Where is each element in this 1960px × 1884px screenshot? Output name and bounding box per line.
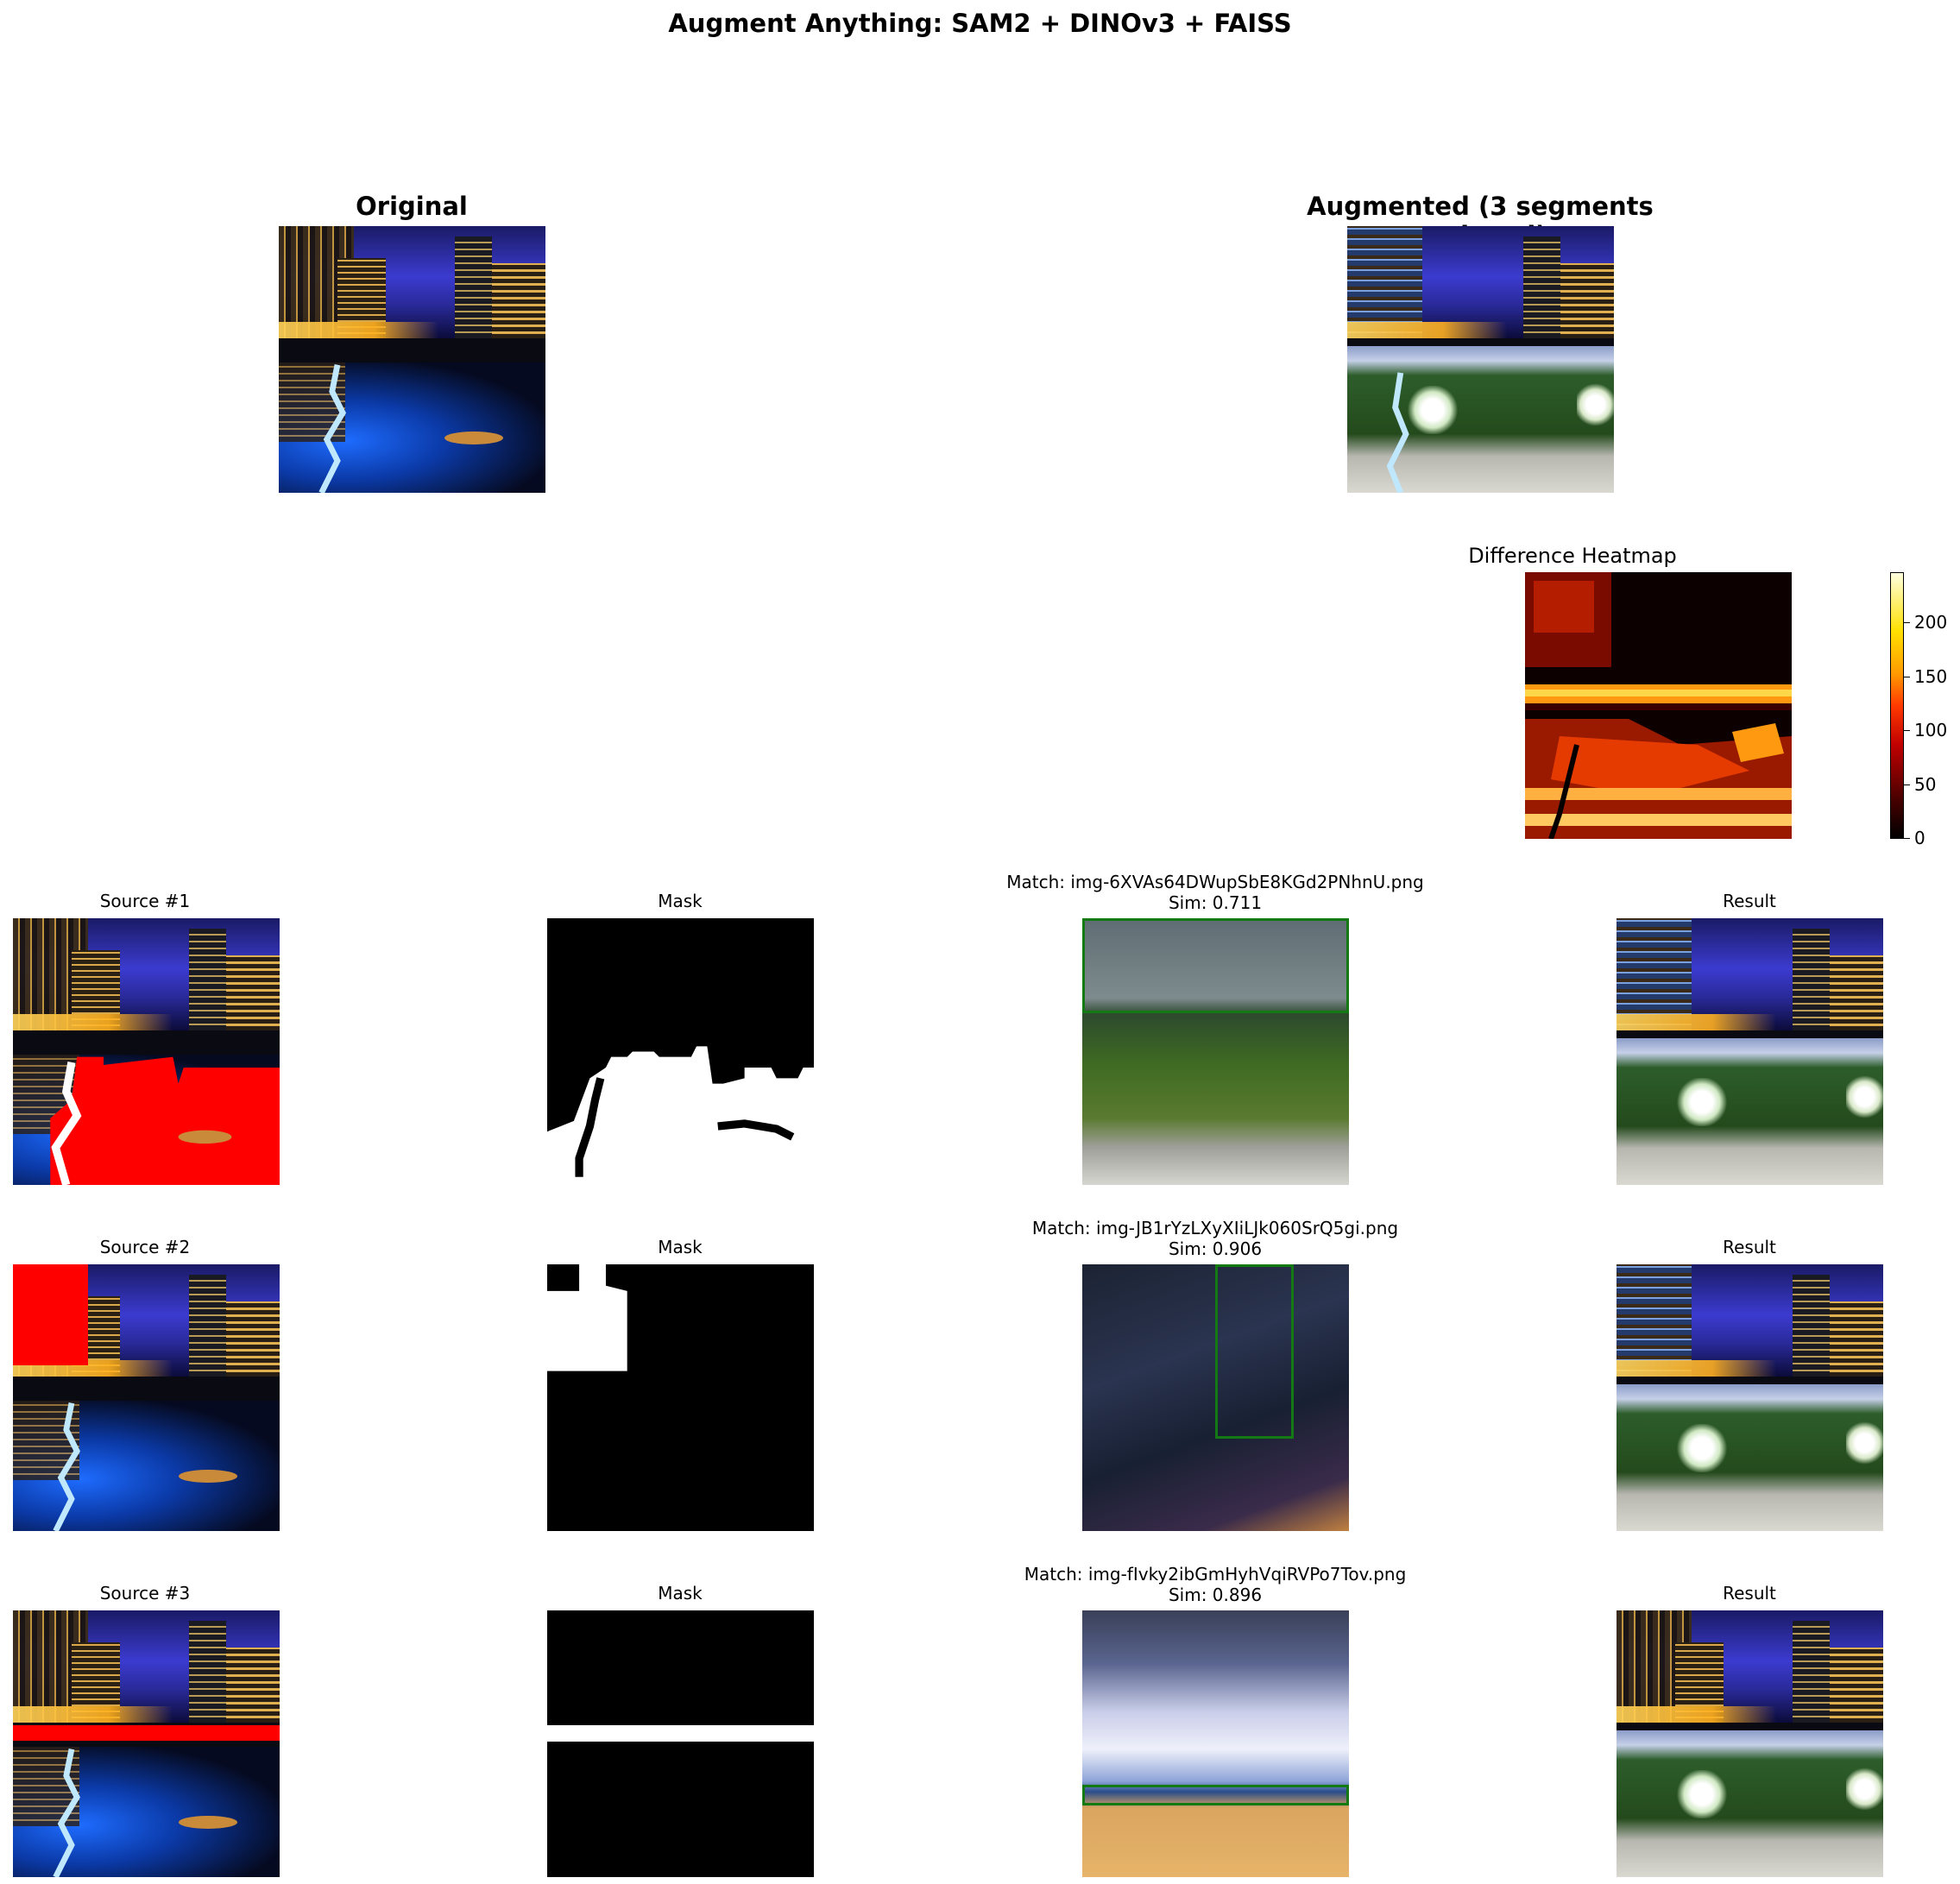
mask-3-title: Mask <box>658 1583 703 1604</box>
mask-2-title: Mask <box>658 1237 703 1257</box>
match-2-image <box>1082 1264 1349 1531</box>
heatmap-title: Difference Heatmap <box>1468 544 1677 568</box>
colorbar-tick-150: 150 <box>1914 666 1948 687</box>
colorbar <box>1890 572 1904 839</box>
colorbar-tick-0: 0 <box>1914 828 1925 848</box>
match-2-sim: Sim: 0.906 <box>1168 1238 1263 1259</box>
result-1-image <box>1617 918 1883 1185</box>
augmented-image <box>1347 226 1614 493</box>
difference-heatmap <box>1525 572 1792 839</box>
source-1-image <box>13 918 280 1185</box>
source-3-image <box>13 1610 280 1877</box>
result-1-title: Result <box>1723 891 1776 911</box>
mask-1-image <box>547 918 814 1185</box>
colorbar-tick-50: 50 <box>1914 774 1937 795</box>
match-3-box <box>1082 1785 1349 1805</box>
colorbar-tick-100: 100 <box>1914 720 1948 740</box>
result-2-title: Result <box>1723 1237 1776 1257</box>
mask-1-title: Mask <box>658 891 703 911</box>
mask-3-image <box>547 1610 814 1877</box>
match-1-title: Match: img-6XVAs64DWupSbE8KGd2PNhnU.png <box>1006 872 1424 892</box>
match-3-sim: Sim: 0.896 <box>1168 1585 1263 1605</box>
match-1-sim: Sim: 0.711 <box>1168 892 1263 913</box>
match-2-box <box>1215 1264 1294 1439</box>
original-image <box>279 226 545 493</box>
match-3-image <box>1082 1610 1349 1877</box>
mask-2-image <box>547 1264 814 1531</box>
original-title: Original <box>356 192 468 221</box>
result-2-image <box>1617 1264 1883 1531</box>
match-2-title: Match: img-JB1rYzLXyXIiLJk060SrQ5gi.png <box>1031 1218 1399 1238</box>
result-3-image <box>1617 1610 1883 1877</box>
match-1-image <box>1082 918 1349 1185</box>
colorbar-tick-200: 200 <box>1914 612 1948 633</box>
figure-title: Augment Anything: SAM2 + DINOv3 + FAISS <box>668 9 1292 38</box>
match-1-box <box>1082 918 1349 1013</box>
match-3-title: Match: img-fIvky2ibGmHyhVqiRVPo7Tov.png <box>1024 1564 1407 1585</box>
source-2-image <box>13 1264 280 1531</box>
result-3-title: Result <box>1723 1583 1776 1604</box>
